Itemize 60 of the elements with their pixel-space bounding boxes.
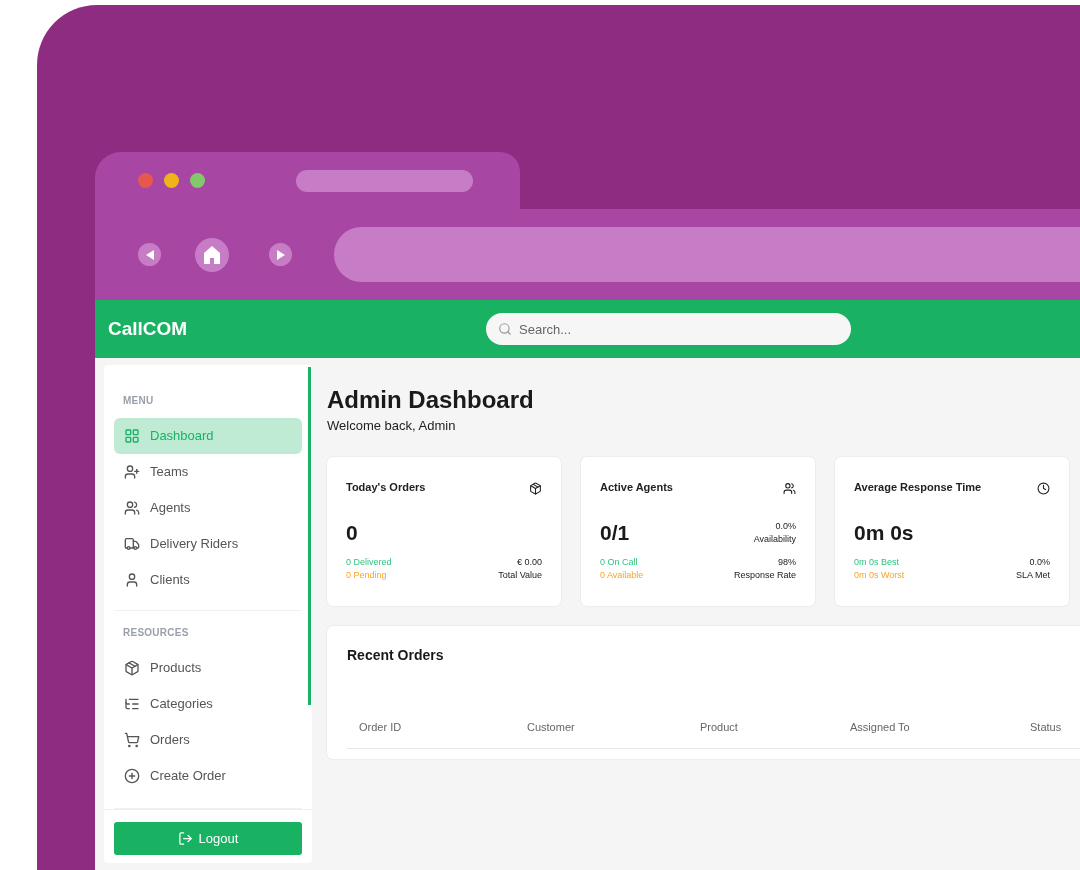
nav-item[interactable]: Orders	[114, 722, 302, 758]
forward-button[interactable]	[269, 243, 292, 266]
section-heading: RESOURCES	[122, 626, 190, 640]
card-title: Today's Orders	[346, 479, 426, 495]
back-button[interactable]	[138, 243, 161, 266]
card-title: Average Response Time	[854, 479, 982, 495]
column-header: Customer	[527, 720, 575, 733]
section-heading: MENU	[122, 394, 155, 408]
search-field[interactable]: Search...	[486, 313, 851, 345]
stat-detail: Response Rate	[733, 569, 796, 582]
column-header: Order ID	[359, 720, 402, 733]
nav-item[interactable]: Agents	[114, 490, 302, 526]
list-icon	[124, 696, 140, 712]
stat-detail: € 0.00	[516, 556, 542, 569]
success-stat: 0m 0s Best	[854, 556, 901, 569]
truck-icon	[124, 536, 140, 552]
warning-stat: 0m 0s Worst	[854, 569, 905, 582]
panel-title: Recent Orders	[347, 645, 445, 665]
grid-icon	[124, 428, 140, 444]
plus-circle-icon	[124, 768, 140, 784]
logout-icon	[177, 831, 193, 846]
clock-icon	[1037, 481, 1050, 495]
stat-detail: 0.0%	[1029, 556, 1050, 569]
stat-detail: Total Value	[498, 569, 542, 582]
stat-detail: SLA Met	[1015, 569, 1050, 582]
nav-item[interactable]: Clients	[114, 562, 302, 598]
stat-value: 0	[346, 520, 358, 547]
success-stat: 0 On Call	[600, 556, 639, 569]
stat-value: 0/1	[600, 520, 630, 547]
right-triangle-icon	[276, 249, 285, 260]
user-icon	[124, 572, 140, 588]
page-subtitle: Welcome back, Admin	[327, 417, 457, 435]
scrollbar-thumb[interactable]	[308, 367, 311, 705]
column-header: Status	[1030, 720, 1062, 733]
cart-icon	[124, 732, 140, 748]
warning-stat: 0 Available	[600, 569, 644, 582]
column-header: Product	[700, 720, 738, 733]
column-header: Assigned To	[850, 720, 910, 733]
stat-detail: Availability	[753, 533, 796, 546]
users-icon	[783, 481, 796, 495]
users-icon	[124, 500, 140, 516]
box-icon	[124, 660, 140, 676]
page-title: Admin Dashboard	[327, 385, 535, 415]
nav-item[interactable]: Products	[114, 650, 302, 686]
warning-stat: 0 Pending	[346, 569, 388, 582]
stat-detail: 0.0%	[775, 520, 796, 533]
stat-detail: 98%	[778, 556, 796, 569]
nav-item[interactable]: Categories	[114, 686, 302, 722]
box-icon	[529, 481, 542, 495]
search-icon	[498, 322, 512, 336]
home-button[interactable]	[195, 237, 229, 272]
left-triangle-icon	[145, 249, 154, 260]
nav-item[interactable]: Delivery Riders	[114, 526, 302, 562]
success-stat: 0 Delivered	[346, 556, 392, 569]
home-icon	[204, 245, 220, 264]
user-plus-icon	[124, 464, 140, 480]
nav-item[interactable]: Teams	[114, 454, 302, 490]
card-title: Active Agents	[600, 479, 673, 495]
stat-value: 0m 0s	[854, 520, 914, 547]
nav-item[interactable]: Create Order	[114, 758, 302, 794]
